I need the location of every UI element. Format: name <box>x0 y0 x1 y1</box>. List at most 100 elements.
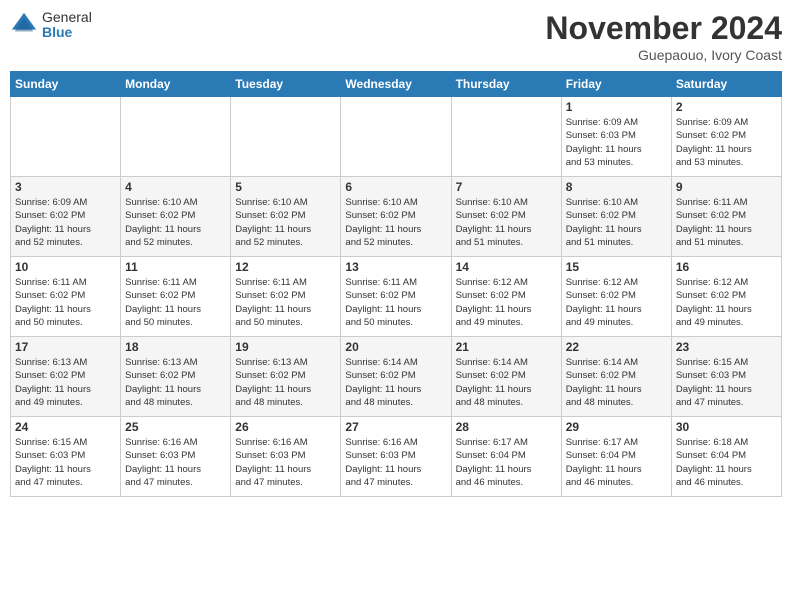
week-row-5: 24 Sunrise: 6:15 AM Sunset: 6:03 PM Dayli… <box>11 417 782 497</box>
day-number: 24 <box>15 420 116 434</box>
calendar-cell: 22 Sunrise: 6:14 AM Sunset: 6:02 PM Dayli… <box>561 337 671 417</box>
day-number: 23 <box>676 340 777 354</box>
calendar-cell: 12Sunrise: 6:11 AM Sunset: 6:02 PM Dayli… <box>231 257 341 337</box>
day-info: Sunrise: 6:12 AM Sunset: 6:02 PM Dayligh… <box>456 276 557 329</box>
day-number: 4 <box>125 180 226 194</box>
header-day-wednesday: Wednesday <box>341 72 451 97</box>
day-info: Sunrise: 6:11 AM Sunset: 6:02 PM Dayligh… <box>676 196 777 249</box>
calendar-cell: 26 Sunrise: 6:16 AM Sunset: 6:03 PM Dayli… <box>231 417 341 497</box>
day-info: Sunrise: 6:11 AM Sunset: 6:02 PM Dayligh… <box>125 276 226 329</box>
day-number: 15 <box>566 260 667 274</box>
day-info: Sunrise: 6:18 AM Sunset: 6:04 PM Dayligh… <box>676 436 777 489</box>
calendar-cell: 24 Sunrise: 6:15 AM Sunset: 6:03 PM Dayli… <box>11 417 121 497</box>
header-day-monday: Monday <box>121 72 231 97</box>
month-title: November 2024 <box>545 10 782 47</box>
day-number: 10 <box>15 260 116 274</box>
calendar-cell: 5 Sunrise: 6:10 AM Sunset: 6:02 PM Daylig… <box>231 177 341 257</box>
day-number: 1 <box>566 100 667 114</box>
calendar-cell: 30 Sunrise: 6:18 AM Sunset: 6:04 PM Dayli… <box>671 417 781 497</box>
calendar-cell <box>121 97 231 177</box>
day-number: 30 <box>676 420 777 434</box>
calendar-body: 1 Sunrise: 6:09 AM Sunset: 6:03 PM Daylig… <box>11 97 782 497</box>
day-info: Sunrise: 6:10 AM Sunset: 6:02 PM Dayligh… <box>566 196 667 249</box>
calendar-cell <box>11 97 121 177</box>
logo-general-text: General <box>42 10 92 25</box>
header-day-tuesday: Tuesday <box>231 72 341 97</box>
calendar-table: SundayMondayTuesdayWednesdayThursdayFrid… <box>10 71 782 497</box>
day-number: 27 <box>345 420 446 434</box>
day-info: Sunrise: 6:13 AM Sunset: 6:02 PM Dayligh… <box>235 356 336 409</box>
calendar-cell: 6 Sunrise: 6:10 AM Sunset: 6:02 PM Daylig… <box>341 177 451 257</box>
header-day-friday: Friday <box>561 72 671 97</box>
calendar-cell: 20 Sunrise: 6:14 AM Sunset: 6:02 PM Dayli… <box>341 337 451 417</box>
calendar-cell: 15 Sunrise: 6:12 AM Sunset: 6:02 PM Dayli… <box>561 257 671 337</box>
calendar-cell: 2Sunrise: 6:09 AM Sunset: 6:02 PM Daylig… <box>671 97 781 177</box>
day-info: Sunrise: 6:15 AM Sunset: 6:03 PM Dayligh… <box>15 436 116 489</box>
day-number: 7 <box>456 180 557 194</box>
week-row-1: 1 Sunrise: 6:09 AM Sunset: 6:03 PM Daylig… <box>11 97 782 177</box>
day-number: 17 <box>15 340 116 354</box>
calendar-cell: 3 Sunrise: 6:09 AM Sunset: 6:02 PM Daylig… <box>11 177 121 257</box>
location: Guepaouo, Ivory Coast <box>545 47 782 63</box>
calendar-cell: 21 Sunrise: 6:14 AM Sunset: 6:02 PM Dayli… <box>451 337 561 417</box>
day-info: Sunrise: 6:14 AM Sunset: 6:02 PM Dayligh… <box>566 356 667 409</box>
day-info: Sunrise: 6:09 AM Sunset: 6:03 PM Dayligh… <box>566 116 667 169</box>
calendar-cell <box>341 97 451 177</box>
day-number: 18 <box>125 340 226 354</box>
day-number: 2 <box>676 100 777 114</box>
day-info: Sunrise: 6:14 AM Sunset: 6:02 PM Dayligh… <box>345 356 446 409</box>
logo-icon <box>10 11 38 39</box>
day-info: Sunrise: 6:16 AM Sunset: 6:03 PM Dayligh… <box>345 436 446 489</box>
day-number: 5 <box>235 180 336 194</box>
calendar-cell: 13Sunrise: 6:11 AM Sunset: 6:02 PM Dayli… <box>341 257 451 337</box>
logo: General Blue <box>10 10 92 41</box>
day-info: Sunrise: 6:13 AM Sunset: 6:02 PM Dayligh… <box>15 356 116 409</box>
day-info: Sunrise: 6:09 AM Sunset: 6:02 PM Dayligh… <box>15 196 116 249</box>
header-day-sunday: Sunday <box>11 72 121 97</box>
day-info: Sunrise: 6:10 AM Sunset: 6:02 PM Dayligh… <box>456 196 557 249</box>
day-info: Sunrise: 6:10 AM Sunset: 6:02 PM Dayligh… <box>235 196 336 249</box>
logo-blue-text: Blue <box>42 25 92 40</box>
page-header: General Blue November 2024 Guepaouo, Ivo… <box>10 10 782 63</box>
header-day-thursday: Thursday <box>451 72 561 97</box>
calendar-header-row: SundayMondayTuesdayWednesdayThursdayFrid… <box>11 72 782 97</box>
calendar-cell: 25Sunrise: 6:16 AM Sunset: 6:03 PM Dayli… <box>121 417 231 497</box>
day-info: Sunrise: 6:10 AM Sunset: 6:02 PM Dayligh… <box>125 196 226 249</box>
calendar-cell: 11Sunrise: 6:11 AM Sunset: 6:02 PM Dayli… <box>121 257 231 337</box>
calendar-cell: 19 Sunrise: 6:13 AM Sunset: 6:02 PM Dayli… <box>231 337 341 417</box>
day-info: Sunrise: 6:10 AM Sunset: 6:02 PM Dayligh… <box>345 196 446 249</box>
day-number: 20 <box>345 340 446 354</box>
calendar-cell: 14 Sunrise: 6:12 AM Sunset: 6:02 PM Dayli… <box>451 257 561 337</box>
day-info: Sunrise: 6:15 AM Sunset: 6:03 PM Dayligh… <box>676 356 777 409</box>
day-number: 29 <box>566 420 667 434</box>
day-info: Sunrise: 6:17 AM Sunset: 6:04 PM Dayligh… <box>456 436 557 489</box>
day-number: 22 <box>566 340 667 354</box>
calendar-cell: 7 Sunrise: 6:10 AM Sunset: 6:02 PM Daylig… <box>451 177 561 257</box>
day-info: Sunrise: 6:14 AM Sunset: 6:02 PM Dayligh… <box>456 356 557 409</box>
calendar-cell: 10 Sunrise: 6:11 AM Sunset: 6:02 PM Dayli… <box>11 257 121 337</box>
calendar-cell: 8Sunrise: 6:10 AM Sunset: 6:02 PM Daylig… <box>561 177 671 257</box>
calendar-cell: 18 Sunrise: 6:13 AM Sunset: 6:02 PM Dayli… <box>121 337 231 417</box>
day-info: Sunrise: 6:12 AM Sunset: 6:02 PM Dayligh… <box>676 276 777 329</box>
calendar-cell <box>451 97 561 177</box>
day-number: 26 <box>235 420 336 434</box>
day-number: 16 <box>676 260 777 274</box>
calendar-cell: 27 Sunrise: 6:16 AM Sunset: 6:03 PM Dayli… <box>341 417 451 497</box>
day-info: Sunrise: 6:11 AM Sunset: 6:02 PM Dayligh… <box>15 276 116 329</box>
day-info: Sunrise: 6:16 AM Sunset: 6:03 PM Dayligh… <box>235 436 336 489</box>
day-info: Sunrise: 6:13 AM Sunset: 6:02 PM Dayligh… <box>125 356 226 409</box>
day-number: 6 <box>345 180 446 194</box>
calendar-cell: 17 Sunrise: 6:13 AM Sunset: 6:02 PM Dayli… <box>11 337 121 417</box>
day-number: 14 <box>456 260 557 274</box>
day-number: 3 <box>15 180 116 194</box>
week-row-2: 3 Sunrise: 6:09 AM Sunset: 6:02 PM Daylig… <box>11 177 782 257</box>
day-number: 21 <box>456 340 557 354</box>
day-info: Sunrise: 6:12 AM Sunset: 6:02 PM Dayligh… <box>566 276 667 329</box>
calendar-cell: 28Sunrise: 6:17 AM Sunset: 6:04 PM Dayli… <box>451 417 561 497</box>
day-number: 19 <box>235 340 336 354</box>
day-info: Sunrise: 6:17 AM Sunset: 6:04 PM Dayligh… <box>566 436 667 489</box>
day-number: 25 <box>125 420 226 434</box>
title-block: November 2024 Guepaouo, Ivory Coast <box>545 10 782 63</box>
calendar-cell: 1 Sunrise: 6:09 AM Sunset: 6:03 PM Daylig… <box>561 97 671 177</box>
day-info: Sunrise: 6:11 AM Sunset: 6:02 PM Dayligh… <box>235 276 336 329</box>
